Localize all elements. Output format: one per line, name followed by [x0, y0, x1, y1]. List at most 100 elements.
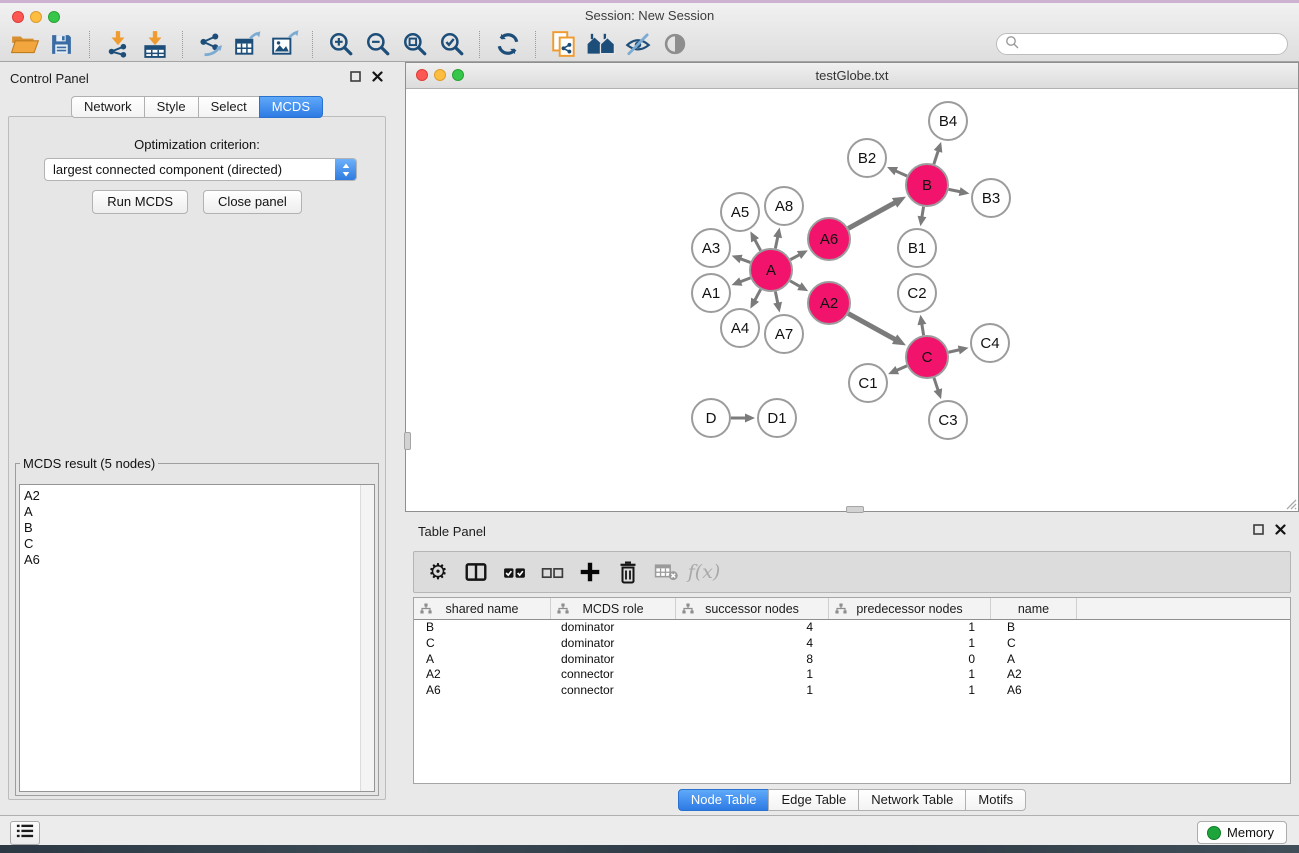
- table-cell[interactable]: dominator: [551, 636, 676, 652]
- tab-network-table[interactable]: Network Table: [858, 789, 966, 811]
- mcds-result-item[interactable]: A2: [20, 488, 374, 504]
- table-cell[interactable]: 8: [676, 652, 829, 668]
- optimization-criterion-label: Optimization criterion:: [9, 137, 385, 152]
- column-header-label: predecessor nodes: [856, 602, 962, 616]
- resize-grip-icon[interactable]: [1284, 497, 1297, 510]
- export-table-button[interactable]: [229, 29, 266, 60]
- graph-edge-C-C3[interactable]: [934, 378, 939, 392]
- graph-edge-A2-C[interactable]: [848, 314, 896, 340]
- float-panel-icon[interactable]: [1252, 523, 1265, 536]
- table-row[interactable]: A6connector11A6: [414, 683, 1290, 699]
- table-cell[interactable]: A: [414, 652, 551, 668]
- graph-node-label-A1: A1: [702, 285, 720, 302]
- select-all-rows-button[interactable]: [500, 556, 528, 588]
- run-mcds-button[interactable]: Run MCDS: [92, 190, 188, 214]
- table-cell[interactable]: connector: [551, 667, 676, 683]
- zoom-out-button[interactable]: [359, 29, 396, 60]
- table-cell[interactable]: B: [414, 620, 551, 636]
- graph-node-label-A: A: [766, 262, 776, 279]
- add-column-button[interactable]: [576, 556, 604, 588]
- table-row[interactable]: Cdominator41C: [414, 636, 1290, 652]
- open-file-button[interactable]: [6, 29, 43, 60]
- table-cell[interactable]: A2: [414, 667, 551, 683]
- save-session-icon: [49, 32, 74, 57]
- column-header-MCDS-role[interactable]: MCDS role: [551, 598, 676, 619]
- table-row[interactable]: Adominator80A: [414, 652, 1290, 668]
- table-cell[interactable]: A6: [991, 683, 1077, 699]
- table-cell[interactable]: 0: [829, 652, 991, 668]
- graph-node-label-B1: B1: [908, 240, 926, 257]
- table-cell[interactable]: 1: [829, 667, 991, 683]
- table-cell[interactable]: 1: [829, 636, 991, 652]
- table-cell[interactable]: 1: [676, 667, 829, 683]
- table-cell[interactable]: 4: [676, 620, 829, 636]
- close-panel-icon[interactable]: [1274, 523, 1287, 536]
- tab-network[interactable]: Network: [71, 96, 145, 118]
- first-neighbors-button[interactable]: [582, 29, 619, 60]
- tab-edge-table[interactable]: Edge Table: [768, 789, 859, 811]
- table-cell[interactable]: dominator: [551, 620, 676, 636]
- mcds-result-item[interactable]: C: [20, 536, 374, 552]
- table-cell[interactable]: A: [991, 652, 1077, 668]
- duplicate-network-button[interactable]: [545, 29, 582, 60]
- table-settings-button[interactable]: ⚙: [424, 556, 452, 588]
- column-header-name[interactable]: name: [991, 598, 1077, 619]
- zoom-selected-button[interactable]: [433, 29, 470, 60]
- graph-edge-B-B2[interactable]: [894, 170, 907, 176]
- zoom-fit-button[interactable]: [396, 29, 433, 60]
- table-cell[interactable]: 1: [676, 683, 829, 699]
- table-cell[interactable]: dominator: [551, 652, 676, 668]
- import-table-button[interactable]: [136, 29, 173, 60]
- tab-mcds[interactable]: MCDS: [259, 96, 323, 118]
- search-input[interactable]: [1024, 35, 1287, 53]
- deselect-all-rows-button[interactable]: [538, 556, 566, 588]
- task-history-button[interactable]: [10, 821, 40, 845]
- graph-edge-A-A4[interactable]: [754, 289, 760, 301]
- show-all-button[interactable]: [656, 29, 693, 60]
- table-cell[interactable]: 1: [829, 620, 991, 636]
- memory-button[interactable]: Memory: [1197, 821, 1287, 844]
- table-cell[interactable]: B: [991, 620, 1077, 636]
- criterion-dropdown[interactable]: largest connected component (directed): [44, 158, 357, 181]
- graph-node-label-C4: C4: [980, 335, 999, 352]
- table-cell[interactable]: connector: [551, 683, 676, 699]
- delete-column-button[interactable]: [614, 556, 642, 588]
- column-header-successor-nodes[interactable]: successor nodes: [676, 598, 829, 619]
- graph-edge-A-A5[interactable]: [754, 238, 760, 250]
- table-cell[interactable]: 1: [829, 683, 991, 699]
- float-panel-icon[interactable]: [349, 70, 362, 83]
- table-cell[interactable]: C: [414, 636, 551, 652]
- tab-node-table[interactable]: Node Table: [678, 789, 770, 811]
- tab-motifs[interactable]: Motifs: [965, 789, 1026, 811]
- hide-selected-button[interactable]: [619, 29, 656, 60]
- export-image-button[interactable]: [266, 29, 303, 60]
- mcds-result-item[interactable]: A6: [20, 552, 374, 568]
- table-row[interactable]: A2connector11A2: [414, 667, 1290, 683]
- left-splitter-handle[interactable]: [404, 432, 411, 450]
- column-visibility-button[interactable]: [462, 556, 490, 588]
- graph-node-label-A6: A6: [820, 231, 838, 248]
- graph-edge-A6-B[interactable]: [848, 202, 896, 228]
- table-cell[interactable]: A2: [991, 667, 1077, 683]
- table-cell[interactable]: A6: [414, 683, 551, 699]
- tab-style[interactable]: Style: [144, 96, 199, 118]
- network-canvas[interactable]: B4B2BB3A8A5A6A3B1AA1C2A2A4A7C4CC1C3DD1: [406, 89, 1298, 511]
- table-cell[interactable]: 4: [676, 636, 829, 652]
- graph-edge-B-B4[interactable]: [934, 150, 939, 165]
- import-network-button[interactable]: [99, 29, 136, 60]
- table-cell[interactable]: C: [991, 636, 1077, 652]
- refresh-layout-button[interactable]: [489, 29, 526, 60]
- export-network-button[interactable]: [192, 29, 229, 60]
- close-panel-button[interactable]: Close panel: [203, 190, 302, 214]
- mcds-result-item[interactable]: A: [20, 504, 374, 520]
- mcds-result-item[interactable]: B: [20, 520, 374, 536]
- search-box[interactable]: [996, 33, 1288, 55]
- tab-select[interactable]: Select: [198, 96, 260, 118]
- table-row[interactable]: Bdominator41B: [414, 620, 1290, 636]
- save-session-button[interactable]: [43, 29, 80, 60]
- zoom-in-button[interactable]: [322, 29, 359, 60]
- column-header-shared-name[interactable]: shared name: [414, 598, 551, 619]
- close-panel-icon[interactable]: [371, 70, 384, 83]
- mcds-list-scrollbar[interactable]: [360, 485, 374, 791]
- column-header-predecessor-nodes[interactable]: predecessor nodes: [829, 598, 991, 619]
